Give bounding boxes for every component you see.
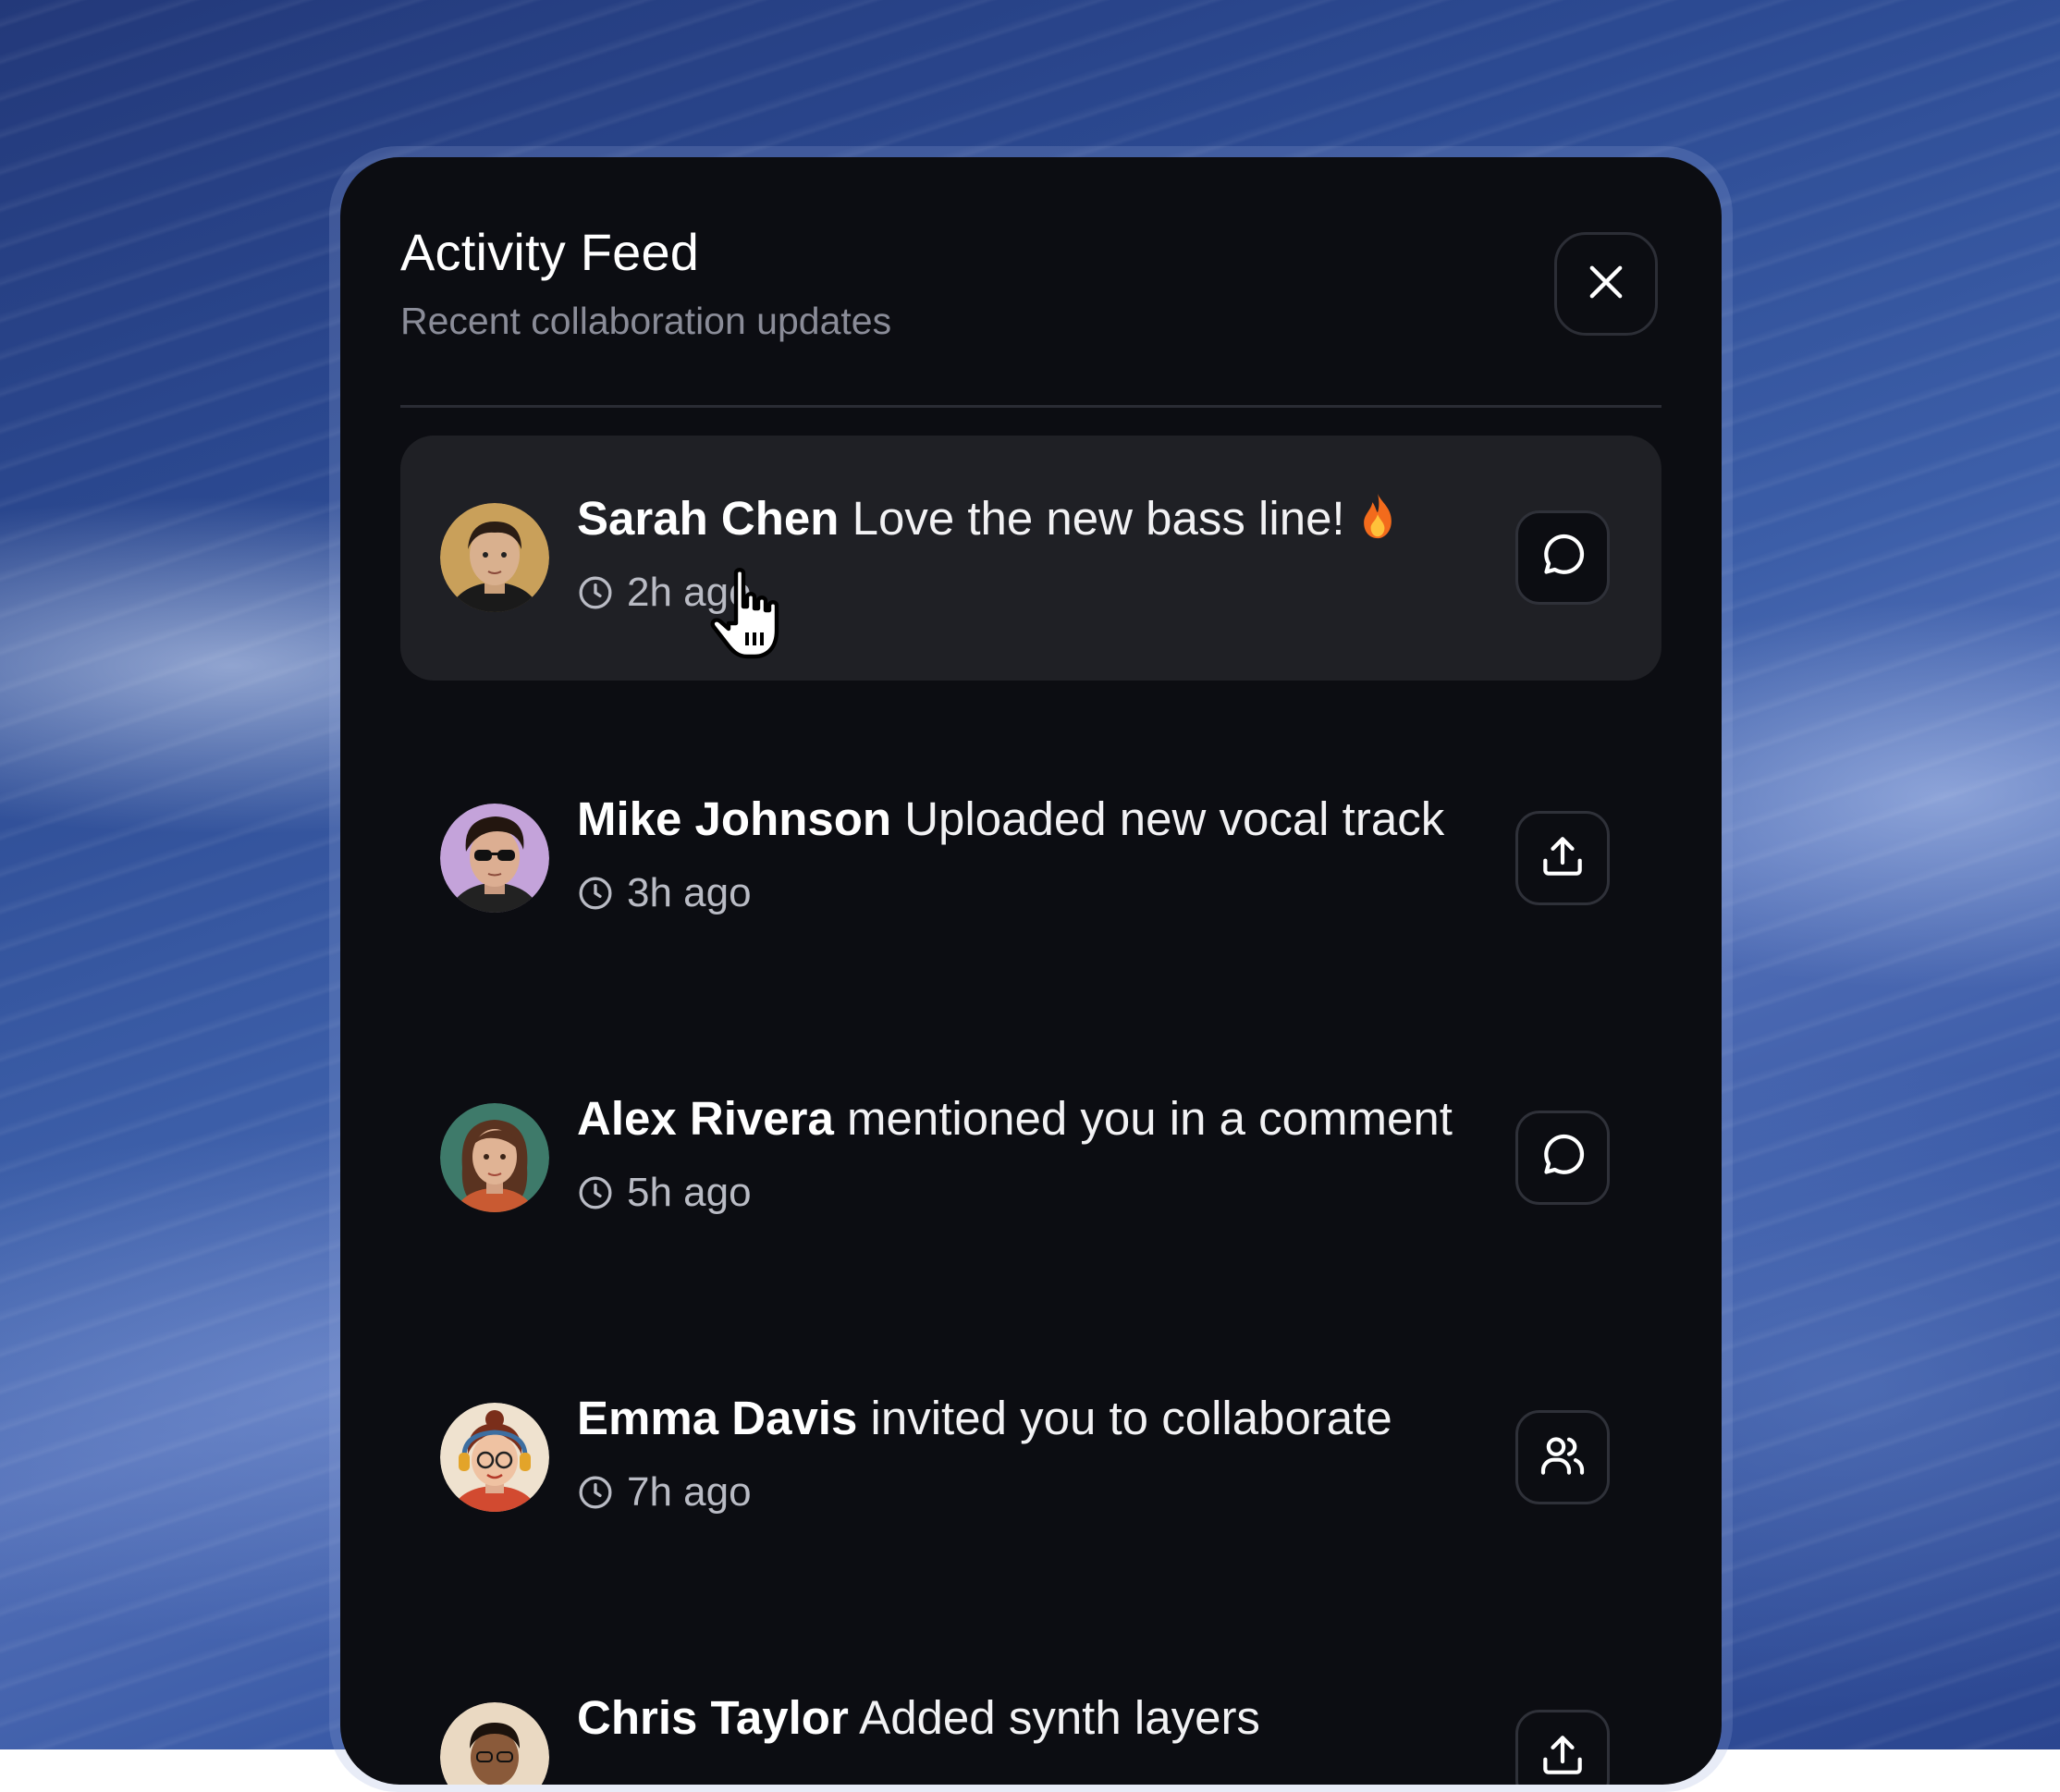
hand-pointer-cursor [708,566,797,668]
time-label: 7h ago [627,1469,752,1515]
activity-message: mentioned you in a comment [847,1092,1453,1145]
time-label: 5h ago [627,1170,752,1215]
activity-item[interactable]: Chris Taylor Added synth layers [400,1635,1661,1785]
activity-text: Sarah Chen Love the new bass line! [577,491,1399,551]
activity-item[interactable]: Emma Davis invited you to collaborate 7h… [400,1335,1661,1580]
activity-message: invited you to collaborate [870,1392,1392,1444]
header-divider [400,405,1661,408]
collaborators-button[interactable] [1515,1410,1610,1504]
activity-timestamp: 5h ago [577,1170,752,1216]
activity-feed-panel: Activity Feed Recent collaboration updat… [340,157,1722,1785]
upload-button[interactable] [1515,1710,1610,1785]
avatar [440,804,549,913]
clock-icon [577,1474,614,1511]
message-bubble-icon [1537,530,1588,586]
user-name: Chris Taylor [577,1691,849,1744]
user-name: Alex Rivera [577,1092,834,1145]
activity-text: Mike Johnson Uploaded new vocal track [577,792,1444,846]
clock-icon [577,875,614,912]
activity-text: Chris Taylor Added synth layers [577,1690,1260,1745]
clock-icon [577,1174,614,1211]
activity-timestamp: 3h ago [577,870,752,916]
activity-item[interactable]: Mike Johnson Uploaded new vocal track 3h… [400,736,1661,981]
activity-text: Emma Davis invited you to collaborate [577,1391,1392,1445]
message-bubble-icon [1537,1130,1588,1186]
activity-item[interactable]: Alex Rivera mentioned you in a comment 5… [400,1036,1661,1281]
activity-message: Love the new bass line! [852,492,1345,545]
panel-subtitle: Recent collaboration updates [400,300,892,342]
user-name: Sarah Chen [577,492,840,545]
avatar [440,1403,549,1512]
time-label: 3h ago [627,870,752,915]
close-button[interactable] [1554,232,1658,336]
clock-icon [577,574,614,611]
upload-icon [1537,1729,1588,1786]
user-name: Mike Johnson [577,792,892,845]
user-name: Emma Davis [577,1392,858,1444]
activity-timestamp: 7h ago [577,1469,752,1516]
upload-icon [1537,830,1588,887]
activity-message: Uploaded new vocal track [904,792,1445,845]
avatar [440,1103,549,1212]
panel-title: Activity Feed [400,223,700,281]
users-icon [1537,1430,1588,1486]
avatar [440,503,549,612]
activity-text: Alex Rivera mentioned you in a comment [577,1091,1453,1146]
fire-emoji [1356,492,1399,551]
activity-message: Added synth layers [859,1691,1260,1744]
reply-button[interactable] [1515,510,1610,605]
activity-item[interactable]: Sarah Chen Love the new bass line! 2h ag… [400,436,1661,681]
upload-button[interactable] [1515,811,1610,905]
close-icon [1582,258,1630,311]
avatar [440,1702,549,1785]
reply-button[interactable] [1515,1111,1610,1205]
